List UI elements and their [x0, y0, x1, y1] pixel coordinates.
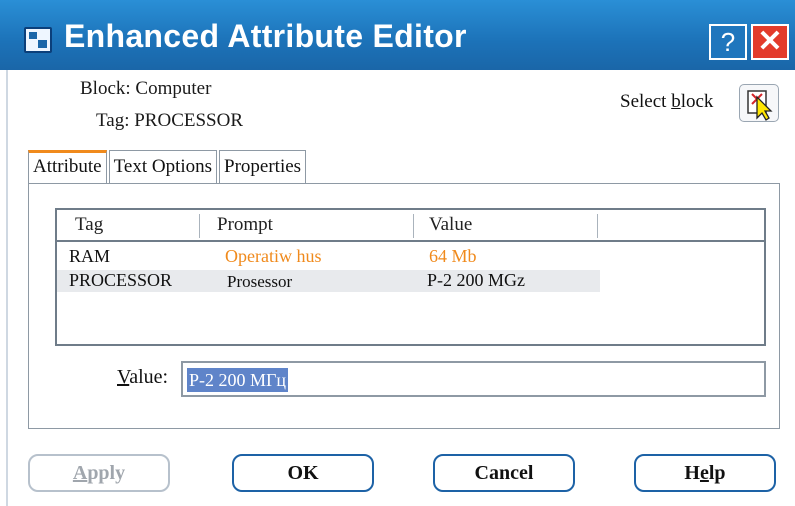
row-prompt: Operatiw hus	[225, 246, 322, 266]
row-value: P-2 200 MGz	[427, 270, 525, 290]
column-header-value[interactable]: Value	[429, 214, 472, 236]
tab-text-options[interactable]: Text Options	[108, 150, 218, 183]
row-tag: RAM	[69, 246, 111, 266]
tab-properties[interactable]: Properties	[219, 150, 307, 183]
ok-button[interactable]: OK	[232, 454, 374, 492]
title-bar: Enhanced Attribute Editor ? ✕	[0, 0, 795, 70]
column-header-prompt[interactable]: Prompt	[217, 214, 273, 236]
attribute-list[interactable]: Tag Prompt Value RAM Operatiw hus 64 Mb …	[55, 208, 766, 346]
list-header: Tag Prompt Value	[57, 210, 764, 242]
help-button[interactable]: Help	[634, 454, 776, 492]
window-title: Enhanced Attribute Editor	[64, 18, 467, 54]
close-button[interactable]: ✕	[751, 24, 789, 60]
select-block-button[interactable]	[739, 84, 779, 122]
value-label: Value:	[117, 366, 169, 388]
column-header-tag[interactable]: Tag	[75, 214, 103, 236]
tab-strip: Attribute Text Options Properties	[28, 150, 308, 184]
tag-info: Tag: PROCESSOR	[96, 110, 244, 131]
column-separator[interactable]	[597, 214, 598, 238]
list-row-ram[interactable]: RAM Operatiw hus 64 Mb	[57, 246, 757, 268]
column-separator[interactable]	[199, 214, 200, 238]
apply-button[interactable]: Apply	[28, 454, 170, 492]
list-row-processor[interactable]: PROCESSOR Prosessor P-2 200 MGz	[57, 270, 600, 292]
row-value: 64 Mb	[429, 246, 477, 266]
cancel-button[interactable]: Cancel	[433, 454, 575, 492]
help-title-button[interactable]: ?	[709, 24, 747, 60]
block-info: Block: Computer	[80, 78, 212, 99]
value-input[interactable]: P-2 200 МГц	[181, 361, 766, 397]
select-block-label: Select block	[620, 91, 714, 112]
value-input-text: P-2 200 МГц	[187, 368, 289, 392]
app-icon	[24, 27, 52, 53]
pick-cursor-icon	[747, 90, 773, 121]
row-prompt: Prosessor	[227, 272, 293, 291]
row-tag: PROCESSOR	[69, 270, 173, 290]
column-separator[interactable]	[413, 214, 414, 238]
tab-attribute[interactable]: Attribute	[28, 150, 107, 183]
